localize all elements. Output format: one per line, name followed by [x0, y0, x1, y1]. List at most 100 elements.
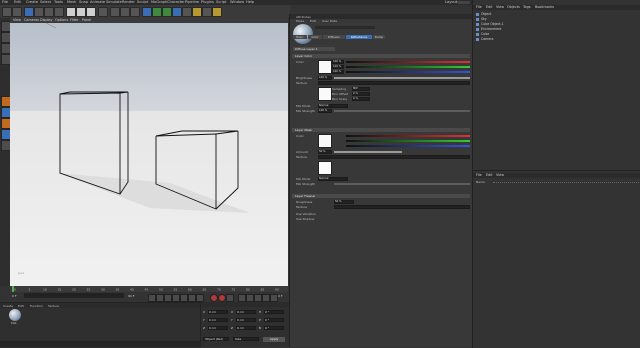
- layer-menu-file[interactable]: File: [476, 173, 482, 178]
- end-frame[interactable]: 90 F: [128, 294, 135, 298]
- 3d-viewport[interactable]: y+x: [10, 23, 288, 286]
- fresnel-texture-field[interactable]: [334, 205, 470, 209]
- section-layer-fresnel[interactable]: Layer Fresnel: [292, 194, 470, 198]
- key-pla-icon[interactable]: [270, 293, 278, 302]
- mask-g-slider[interactable]: [346, 140, 470, 142]
- prev-frame-icon[interactable]: [164, 293, 172, 302]
- obj-menu-tags[interactable]: Tags: [523, 5, 531, 10]
- coord-position-field[interactable]: 0 cm: [208, 310, 228, 314]
- play-icon[interactable]: [172, 293, 180, 302]
- coord-size-dropdown[interactable]: Size: [233, 337, 259, 341]
- coord-mode-dropdown[interactable]: Object (Rel): [203, 337, 229, 341]
- prev-key-icon[interactable]: [156, 293, 164, 302]
- blur-offset-field[interactable]: 0 %: [352, 92, 370, 96]
- render-view-icon[interactable]: [110, 6, 120, 17]
- attr-menu-user-data[interactable]: User Data: [322, 19, 337, 23]
- coord-position-field[interactable]: 0 cm: [208, 326, 228, 330]
- coord-size-field[interactable]: 0 cm: [236, 318, 256, 322]
- brightness-field[interactable]: 100 %: [318, 76, 332, 80]
- goto-start-icon[interactable]: [148, 293, 156, 302]
- deformer-icon[interactable]: [182, 6, 192, 17]
- pen-icon[interactable]: [152, 6, 162, 17]
- next-frame-icon[interactable]: [180, 293, 188, 302]
- attr-menu-mode[interactable]: Mode: [296, 19, 304, 23]
- coord-rotation-field[interactable]: 0 °: [264, 318, 284, 322]
- goto-end-icon[interactable]: [196, 293, 204, 302]
- color-g-field[interactable]: 100 %: [332, 65, 344, 69]
- move-icon[interactable]: [34, 6, 44, 17]
- section-layer-color[interactable]: Layer Color: [292, 54, 470, 58]
- brightness-slider[interactable]: [334, 77, 470, 79]
- key-rotation-icon[interactable]: [254, 293, 262, 302]
- key-parameter-icon[interactable]: [262, 293, 270, 302]
- render-settings-icon[interactable]: [130, 6, 140, 17]
- start-frame[interactable]: 0 F: [12, 294, 17, 298]
- tab-reflectance[interactable]: Reflectance: [346, 35, 372, 39]
- mat-menu-create[interactable]: Create: [3, 304, 13, 308]
- mat-menu-function[interactable]: Function: [30, 304, 43, 308]
- autokey-icon[interactable]: [218, 293, 226, 302]
- mix-strength-field[interactable]: 100 %: [318, 109, 332, 113]
- material-preview-icon[interactable]: [9, 309, 21, 321]
- undo-icon[interactable]: [2, 6, 12, 17]
- color-b-field[interactable]: 100 %: [332, 70, 344, 74]
- array-icon[interactable]: [172, 6, 182, 17]
- layout-dropdown[interactable]: [458, 1, 470, 4]
- render-picture-viewer-icon[interactable]: [120, 6, 130, 17]
- rotate-icon[interactable]: [54, 6, 64, 17]
- obj-menu-bookmarks[interactable]: Bookmarks: [535, 5, 554, 10]
- layer-menu-view[interactable]: View: [496, 173, 504, 178]
- obj-menu-objects[interactable]: Objects: [507, 5, 520, 10]
- tab-basic[interactable]: Basic: [293, 35, 307, 39]
- key-position-icon[interactable]: [238, 293, 246, 302]
- record-active-icon[interactable]: [210, 293, 218, 302]
- mask-b-slider[interactable]: [346, 145, 470, 147]
- color-b-slider[interactable]: [346, 71, 470, 73]
- material-name-field[interactable]: [315, 26, 375, 29]
- mask-color-swatch[interactable]: [318, 134, 332, 148]
- frame-range-slider[interactable]: [24, 293, 124, 298]
- tab-bump[interactable]: Bump: [373, 35, 385, 39]
- blur-scale-field[interactable]: 0 %: [352, 97, 370, 101]
- material-name[interactable]: Mat: [11, 321, 17, 325]
- redo-icon[interactable]: [12, 6, 22, 17]
- apply-button[interactable]: Apply: [263, 337, 285, 342]
- x-axis-icon[interactable]: [66, 6, 76, 17]
- section-layer-mask[interactable]: Layer Mask: [292, 128, 470, 132]
- z-axis-icon[interactable]: [86, 6, 96, 17]
- scene-icon[interactable]: [192, 6, 202, 17]
- mask-mix-strength-slider[interactable]: [334, 183, 470, 185]
- tab-diffusion[interactable]: Diffusion: [323, 35, 345, 39]
- color-g-slider[interactable]: [346, 66, 470, 68]
- object-row[interactable]: Camera: [476, 37, 494, 42]
- attr-menu-edit[interactable]: Edit: [310, 19, 316, 23]
- texture-field[interactable]: [318, 81, 470, 85]
- mix-mode-dropdown[interactable]: Normal: [318, 104, 348, 108]
- obj-menu-file[interactable]: File: [476, 5, 482, 10]
- mask-mix-mode-dropdown[interactable]: Normal: [318, 177, 348, 181]
- obj-menu-edit[interactable]: Edit: [486, 5, 493, 10]
- color-r-slider[interactable]: [346, 61, 470, 63]
- layer-menu-edit[interactable]: Edit: [486, 173, 493, 178]
- coord-rotation-field[interactable]: 0 °: [264, 310, 284, 314]
- amount-slider[interactable]: [334, 151, 402, 153]
- light-icon[interactable]: [212, 6, 222, 17]
- keyframe-selection-icon[interactable]: [226, 293, 234, 302]
- sampling-dropdown[interactable]: MIP: [352, 87, 370, 91]
- camera-icon[interactable]: [202, 6, 212, 17]
- coord-size-field[interactable]: 0 cm: [236, 326, 256, 330]
- color-swatch[interactable]: [318, 60, 332, 74]
- layer-tab[interactable]: Diffuse Layer 1: [293, 47, 335, 51]
- coordinate-system-icon[interactable]: [98, 6, 108, 17]
- mat-menu-texture[interactable]: Texture: [48, 304, 59, 308]
- use-variation-label[interactable]: Use Variation: [296, 212, 316, 216]
- coord-rotation-field[interactable]: 0 °: [264, 326, 284, 330]
- key-scale-icon[interactable]: [246, 293, 254, 302]
- mask-texture-field[interactable]: [318, 155, 470, 159]
- mask-r-slider[interactable]: [346, 135, 470, 137]
- mix-strength-slider[interactable]: [334, 110, 470, 112]
- cube-icon[interactable]: [142, 6, 152, 17]
- scale-icon[interactable]: [44, 6, 54, 17]
- obj-menu-view[interactable]: View: [496, 5, 504, 10]
- live-select-icon[interactable]: [24, 6, 34, 17]
